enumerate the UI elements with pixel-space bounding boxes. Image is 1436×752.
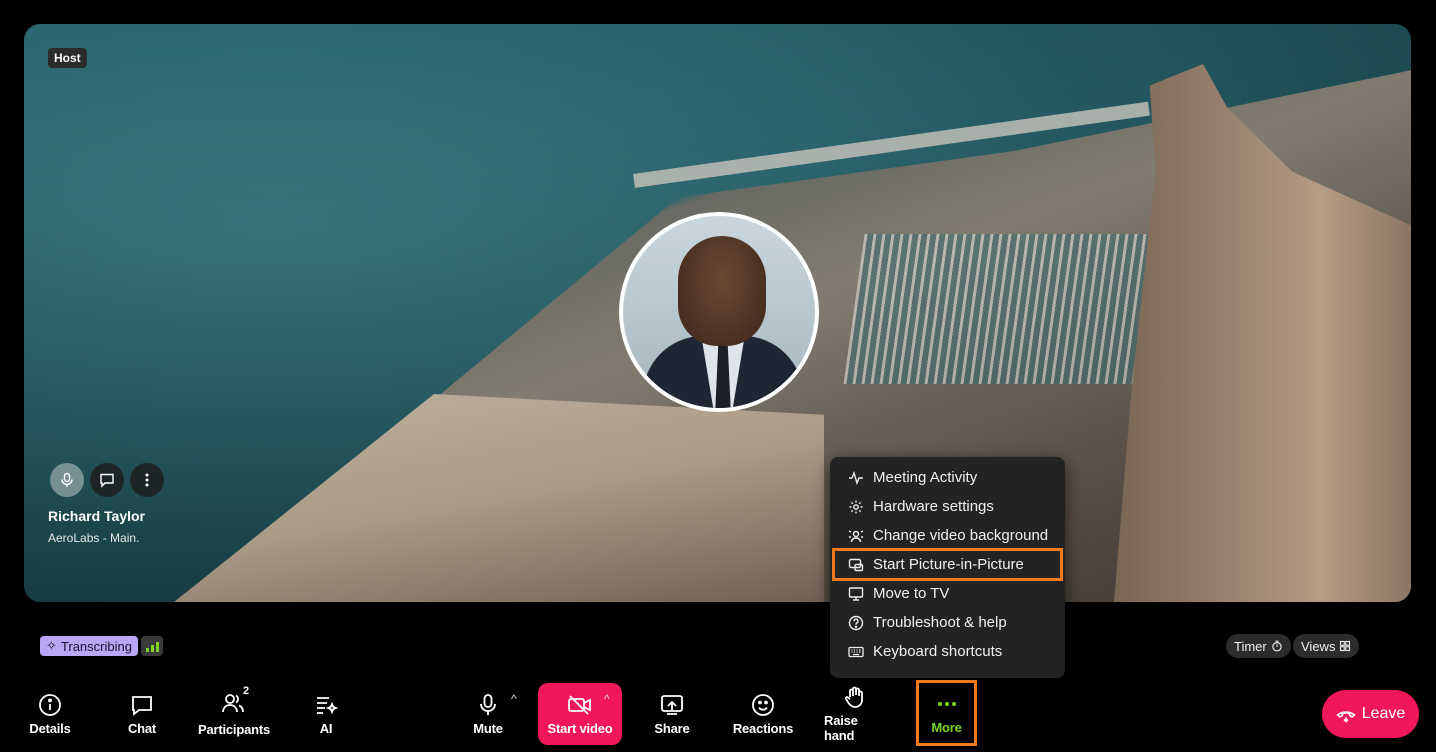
gear-icon [849, 500, 863, 513]
sparkle-icon: ✧ [46, 638, 57, 653]
hand-icon [844, 686, 863, 708]
menu-item-keyboard-shortcuts[interactable]: Keyboard shortcuts [836, 637, 1059, 666]
participant-avatar [619, 212, 819, 412]
menu-item-label: Change video background [873, 527, 1049, 544]
menu-item-label: Keyboard shortcuts [873, 643, 1003, 660]
microphone-icon [480, 693, 496, 715]
participants-button[interactable]: 2 Participants [198, 683, 271, 745]
views-label: Views [1301, 638, 1336, 654]
more-button[interactable]: More [916, 680, 977, 746]
transcribing-label: Transcribing [60, 638, 132, 654]
chat-button[interactable]: Chat [120, 683, 164, 745]
raise-hand-label: Raise hand [824, 713, 858, 743]
keyboard-icon [848, 646, 864, 657]
stopwatch-icon [1272, 640, 1282, 652]
vertical-dots-icon [145, 473, 149, 487]
video-options-chevron-icon[interactable]: ^ [604, 692, 610, 706]
share-screen-icon [661, 694, 683, 715]
menu-item-change-background[interactable]: Change video background [836, 521, 1059, 550]
chat-icon [132, 695, 152, 716]
chat-label: Chat [127, 720, 157, 736]
background-icon [848, 529, 864, 542]
ai-sparkle-icon [317, 696, 338, 714]
menu-item-move-to-tv[interactable]: Move to TV [836, 579, 1059, 608]
mute-options-chevron-icon[interactable]: ^ [511, 692, 517, 706]
menu-item-picture-in-picture[interactable]: Start Picture-in-Picture [832, 548, 1063, 581]
details-button[interactable]: Details [28, 683, 72, 745]
reactions-button[interactable]: Reactions [732, 683, 794, 745]
views-button[interactable]: Views [1293, 634, 1360, 658]
host-badge: Host [48, 48, 87, 68]
tile-controls [50, 463, 164, 497]
reactions-label: Reactions [732, 720, 794, 736]
chat-bubble-icon [100, 473, 114, 488]
grid-icon [1340, 640, 1351, 652]
participant-subtitle: AeroLabs - Main. [48, 531, 140, 545]
microphone-icon [61, 472, 73, 487]
leave-label: Leave [1361, 705, 1406, 722]
more-label: More [931, 719, 962, 735]
transcribing-badge[interactable]: ✧ Transcribing [40, 636, 138, 656]
horizontal-dots-icon [937, 701, 956, 706]
menu-item-label: Move to TV [873, 585, 950, 602]
monitor-icon [848, 586, 864, 601]
leave-button[interactable]: Leave [1322, 690, 1419, 738]
activity-icon [849, 470, 863, 485]
menu-item-hardware-settings[interactable]: Hardware settings [836, 492, 1059, 521]
menu-item-label: Hardware settings [873, 498, 994, 515]
participant-name: Richard Taylor [48, 508, 145, 524]
smiley-icon [752, 693, 774, 716]
signal-bar [145, 648, 149, 652]
more-menu: Meeting Activity Hardware settings Chang… [830, 457, 1065, 678]
start-video-label: Start video [547, 720, 613, 736]
timer-label: Timer [1234, 638, 1267, 654]
menu-item-label: Troubleshoot & help [873, 614, 1007, 631]
signal-bar [155, 642, 159, 652]
share-button[interactable]: Share [650, 683, 694, 745]
timer-button[interactable]: Timer [1226, 634, 1291, 658]
participants-label: Participants [198, 722, 271, 737]
video-off-icon [568, 694, 591, 715]
participants-count: 2 [243, 685, 250, 697]
signal-strength-icon[interactable] [141, 636, 163, 656]
mute-label: Mute [473, 720, 503, 736]
tile-mic-button[interactable] [50, 463, 84, 497]
ai-label: AI [319, 720, 333, 736]
signal-bar [150, 645, 154, 652]
menu-item-label: Start Picture-in-Picture [873, 556, 1024, 573]
info-icon [39, 693, 61, 716]
ai-button[interactable]: AI [310, 683, 342, 745]
avatar-head [678, 236, 766, 346]
menu-item-troubleshoot[interactable]: Troubleshoot & help [836, 608, 1059, 637]
participants-icon-wrap: 2 [221, 685, 249, 718]
menu-item-label: Meeting Activity [873, 469, 978, 486]
details-label: Details [29, 720, 71, 736]
mute-button[interactable]: Mute [466, 683, 510, 745]
tile-more-button[interactable] [130, 463, 164, 497]
raise-hand-button[interactable]: Raise hand [824, 683, 886, 745]
pip-icon [848, 558, 864, 571]
background-beach [174, 394, 824, 602]
tile-chat-button[interactable] [90, 463, 124, 497]
hang-up-icon [1336, 711, 1356, 723]
share-label: Share [654, 720, 690, 736]
help-icon [848, 615, 864, 630]
menu-item-meeting-activity[interactable]: Meeting Activity [836, 463, 1059, 492]
